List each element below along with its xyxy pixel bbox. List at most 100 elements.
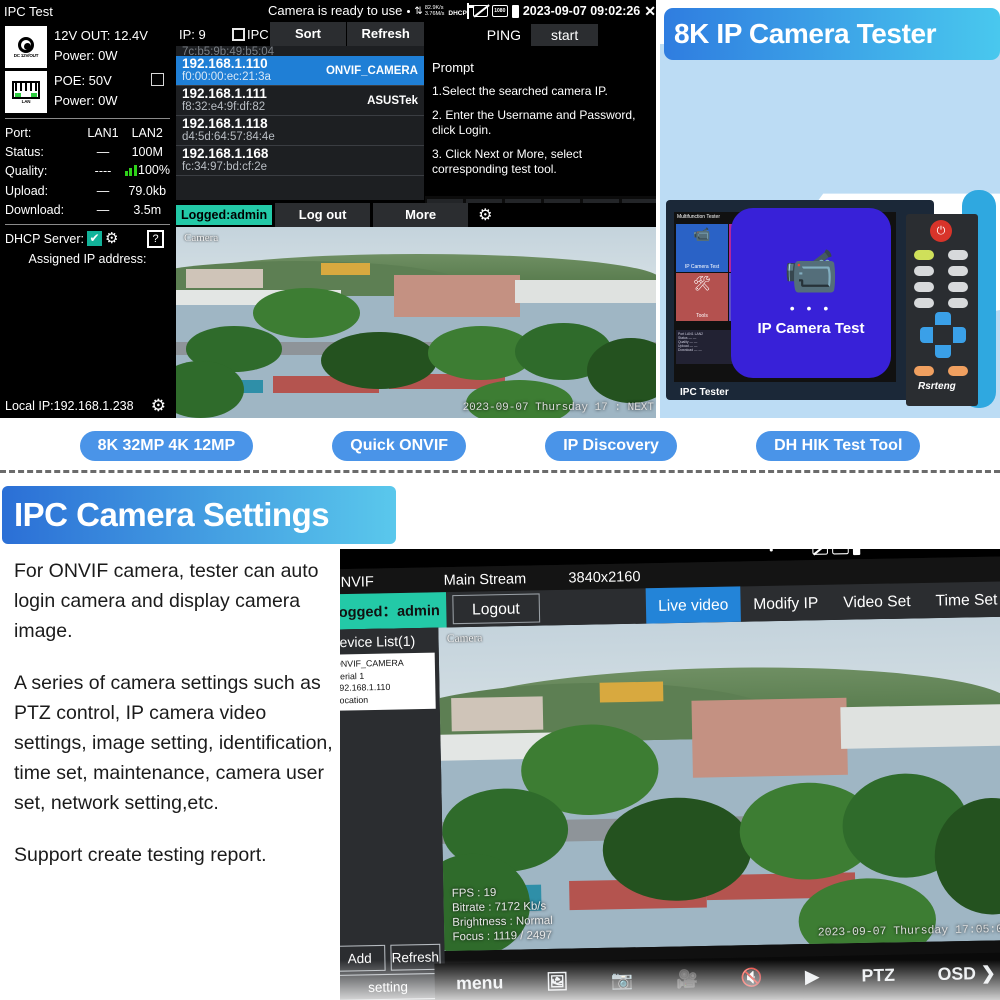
device-card[interactable]: ONVIF_CAMERA Serial 1 192.168.1.110 Loca… xyxy=(340,652,436,711)
sort-button[interactable]: Sort xyxy=(268,22,347,46)
sidebar-buttons: Add Refresh xyxy=(340,943,441,972)
ip-address: 192.168.1.111 xyxy=(182,86,267,101)
section-heading: IPC Camera Settings xyxy=(2,486,396,544)
tester-footer-label: IPC Tester xyxy=(680,387,729,398)
poe-checkbox[interactable] xyxy=(151,73,164,86)
mac-address: d4:5d:64:57:84:4e xyxy=(182,131,275,143)
app-title: IPC Test xyxy=(4,3,53,19)
prompt-step-2: 2. Enter the Username and Password, clic… xyxy=(432,108,636,137)
tab-video-set[interactable]: Video Set xyxy=(830,583,923,620)
video-osd-stats: FPS : 19 Bitrate : 7172 Kb/s Brightness … xyxy=(452,884,554,944)
dc-out-voltage: 12V OUT: 12.4V xyxy=(54,28,148,43)
app-card-label: IP Camera Test xyxy=(757,319,865,337)
pill-quick-onvif[interactable]: Quick ONVIF xyxy=(332,431,467,461)
camera-live-preview[interactable]: Camera 2023-09-07 Thursday 17 : NEXT xyxy=(176,227,660,418)
status-dot-icon xyxy=(407,9,411,13)
ping-row: PING start xyxy=(425,22,660,48)
ping-start-button[interactable]: start xyxy=(531,24,599,46)
tile-tools[interactable]: 🛠 Tools xyxy=(676,273,728,321)
add-button[interactable]: Add xyxy=(340,944,386,972)
osd-button[interactable]: OSD ❯ xyxy=(937,963,995,985)
device-status-bar: IPC Test Camera is ready to use ⇅ 82.9K/… xyxy=(0,0,660,22)
dhcp-server-row: DHCP Server: ✔ ⚙ ? xyxy=(5,229,170,248)
dc-out-row: DC 12V/OUT 12V OUT: 12.4V Power: 0W xyxy=(5,26,170,68)
logout-button[interactable]: Log out xyxy=(275,203,371,227)
close-icon[interactable]: ✕ xyxy=(644,3,656,20)
ip-camera-test-app-card[interactable]: 📹 • • • IP Camera Test xyxy=(731,208,891,378)
vendor-label: ASUSTek xyxy=(367,94,418,107)
status-icons: ⇅ 82.9K/s 3.76M/s DHCP 1080 2023-09-07 0… xyxy=(407,0,658,22)
lan-port-icon: LAN xyxy=(5,71,47,113)
section-body-copy: For ONVIF camera, tester can auto login … xyxy=(14,556,344,892)
dpad-icon[interactable] xyxy=(920,312,966,358)
tab-modify-ip[interactable]: Modify IP xyxy=(740,585,831,622)
refresh-button[interactable]: Refresh xyxy=(389,943,441,971)
tester-screen-header: Multifunction Tester xyxy=(677,214,720,220)
list-item[interactable]: 192.168.1.111 f8:32:e4:9f:df:82 ASUSTek xyxy=(176,86,424,116)
more-button[interactable]: More xyxy=(373,203,469,227)
camera-icon: 1080 xyxy=(491,5,508,17)
ipc-filter-label: IPC xyxy=(247,26,269,42)
table-row: Status: — 100M xyxy=(5,144,163,159)
mac-address: fc:34:97:bd:cf:2e xyxy=(182,161,268,173)
table-row: Download: — 3.5m xyxy=(5,202,162,217)
list-item[interactable]: 192.168.1.168 fc:34:97:bd:cf:2e xyxy=(176,146,424,176)
protocol-label: ONVIF xyxy=(340,572,374,591)
paragraph-1: For ONVIF camera, tester can auto login … xyxy=(14,560,319,642)
prompt-title: Prompt xyxy=(432,60,474,75)
setting-button[interactable]: setting xyxy=(340,972,442,1000)
mac-address: f0:00:00:ec:21:3a xyxy=(182,71,271,83)
tab-live-video[interactable]: Live video xyxy=(645,586,742,624)
pill-8k-32mp[interactable]: 8K 32MP 4K 12MP xyxy=(79,431,254,461)
gear-icon[interactable]: ⚙ xyxy=(105,231,118,246)
settings-gear-icon[interactable]: ⚙ xyxy=(151,397,166,414)
loading-dots-icon: • • • xyxy=(789,299,833,316)
ip-address: 192.168.1.110 xyxy=(182,56,268,71)
ipc-filter-checkbox[interactable] xyxy=(232,27,245,41)
image-icon[interactable]: 🖼 xyxy=(546,971,569,992)
ip-address: 192.168.1.118 xyxy=(182,116,268,131)
poe-row: LAN POE: 50V Power: 0W xyxy=(5,71,170,113)
feature-pill-row: 8K 32MP 4K 12MP Quick ONVIF IP Discovery… xyxy=(0,428,1000,464)
tab-time-set[interactable]: Time Set xyxy=(923,581,1000,618)
ip-count-label: IP: 9 xyxy=(179,26,206,42)
prompt-step-1: 1.Select the searched camera IP. xyxy=(432,84,608,98)
mute-icon[interactable]: 🔇 xyxy=(740,968,762,989)
video-record-icon[interactable]: 🎥 xyxy=(676,969,698,990)
list-item[interactable]: 192.168.1.118 d4:5d:64:57:84:4e xyxy=(176,116,424,146)
table-row: Upload: — 79.0kb xyxy=(5,184,167,199)
play-icon[interactable]: ▶ xyxy=(805,967,819,988)
settings-gear-icon[interactable]: ⚙ xyxy=(478,207,492,223)
tester-keypad: ⏻ Rsrteng xyxy=(906,214,978,406)
pill-dh-hik-test-tool[interactable]: DH HIK Test Tool xyxy=(756,431,921,461)
power-button-icon[interactable]: ⏻ xyxy=(930,220,952,242)
onvif-bottom-toolbar: menu 🖼 📷 🎥 🔇 ▶ PTZ OSD ❯ xyxy=(434,952,1000,1000)
pill-ip-discovery[interactable]: IP Discovery xyxy=(545,431,677,461)
status-datetime: 2023-09-07 09:02:26 xyxy=(522,4,641,18)
tile-ip-camera-test[interactable]: 📹 IP Camera Test xyxy=(676,224,728,272)
table-row: Port: LAN1 LAN2 xyxy=(5,126,163,141)
onvif-live-video[interactable]: Camera FPS : 19 Bitrate : 7172 Kb/s Brig… xyxy=(438,616,1000,951)
camera-icon[interactable]: 📷 xyxy=(611,970,633,991)
top-section: IPC Test Camera is ready to use ⇅ 82.9K/… xyxy=(0,0,1000,418)
ping-label: PING xyxy=(486,27,521,43)
menu-button[interactable]: menu xyxy=(456,973,504,995)
ptz-button[interactable]: PTZ xyxy=(861,965,895,986)
help-icon[interactable]: ? xyxy=(147,229,164,248)
list-item[interactable]: 192.168.1.110 f0:00:00:ec:21:3a ONVIF_CA… xyxy=(176,56,424,86)
brand-label: Rsrteng xyxy=(918,381,956,392)
close-icon[interactable]: ✕ xyxy=(990,549,1000,554)
login-toolbar: Logged:admin Log out More ⚙ xyxy=(176,203,660,227)
ip-discovery-list: IP: 9 IPC Sort Refresh 7c:b5:9b:49:b5:04… xyxy=(176,22,425,200)
ip-address: 192.168.1.168 xyxy=(182,146,269,161)
dhcp-checkbox[interactable]: ✔ xyxy=(86,231,102,247)
ip-camera-icon: 📹 xyxy=(783,246,839,296)
refresh-button[interactable]: Refresh xyxy=(346,22,425,46)
battery-icon xyxy=(511,4,519,18)
network-rate: 82.9K/s 3.76M/s xyxy=(425,5,445,17)
traffic-arrows-icon: ⇅ xyxy=(414,5,423,17)
stream-label: Main Stream xyxy=(443,569,527,588)
status-datetime: 2023-09-07 09:05:02 xyxy=(864,549,986,555)
monitor-off-icon xyxy=(812,549,828,555)
logout-button[interactable]: Logout xyxy=(452,593,540,625)
